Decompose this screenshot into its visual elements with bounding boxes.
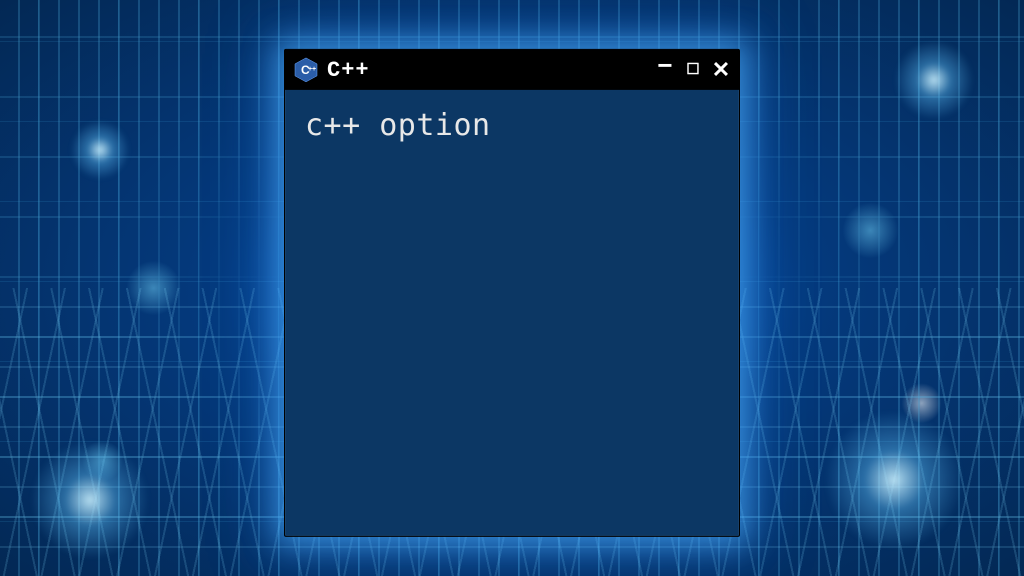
background-glow [70, 120, 130, 180]
minimize-button[interactable]: − [655, 52, 675, 78]
window-body: c++ option [285, 90, 739, 161]
cpp-icon: C + + [293, 57, 319, 83]
background-glow [894, 40, 974, 120]
maximize-button[interactable]: ☐ [683, 61, 703, 76]
background-glow [824, 410, 964, 550]
background-glow [30, 440, 150, 560]
titlebar[interactable]: C + + C++ − ☐ ✕ [285, 50, 739, 90]
app-window: C + + C++ − ☐ ✕ c++ option [284, 49, 740, 537]
window-controls: − ☐ ✕ [655, 57, 731, 83]
console-output: c++ option [305, 108, 491, 143]
window-title: C++ [327, 57, 647, 82]
svg-text:+: + [312, 66, 316, 73]
close-button[interactable]: ✕ [711, 59, 731, 81]
